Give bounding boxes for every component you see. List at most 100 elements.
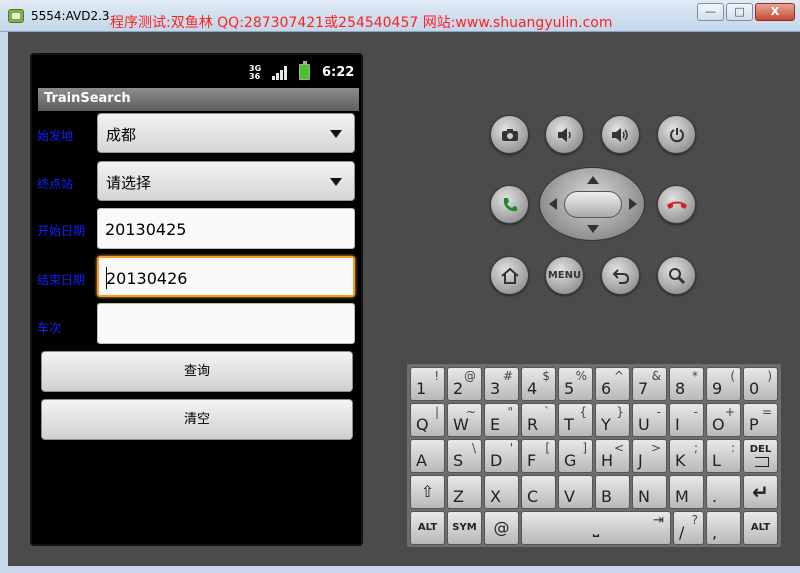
volume-down-button[interactable] [545,115,584,154]
key-d[interactable]: D ' [484,439,519,473]
home-button[interactable] [490,256,529,295]
start-date-input[interactable]: 20130425 [97,208,355,249]
camera-icon [491,116,528,155]
key-main-label: X [490,487,501,506]
key-6[interactable]: 6 ^ [595,367,630,401]
end-date-label: 结束日期 [37,273,86,287]
key-secondary-label: : [730,441,735,455]
key-2[interactable]: 2 @ [447,367,482,401]
call-button[interactable] [490,185,529,224]
search-button[interactable] [657,256,696,295]
delete-key[interactable]: DEL [743,439,778,473]
dpad-up-icon[interactable] [587,176,599,184]
slash-key[interactable]: /? [673,511,704,545]
query-button[interactable]: 查询 [41,351,353,392]
key-q[interactable]: Q | [410,403,445,437]
key-1[interactable]: 1! [410,367,445,401]
alt-right-key[interactable]: ALT [743,511,778,545]
dpad[interactable] [539,167,645,241]
key-c[interactable]: C [521,475,556,509]
key-y[interactable]: Y} [595,403,630,437]
close-button[interactable]: X [755,3,795,21]
power-button[interactable] [657,115,696,154]
key-u[interactable]: U- [632,403,667,437]
alt-right-key-label: ALT [750,522,771,533]
key-h[interactable]: H < [595,439,630,473]
key-main-label: G [564,451,577,470]
at-key[interactable]: @ [484,511,519,545]
key-secondary-label: ? [691,513,698,527]
key-4[interactable]: 4 $ [521,367,556,401]
key-main-label: D [490,451,503,470]
key-main-label: L [712,451,721,470]
key-z[interactable]: Z [447,475,482,509]
key-x[interactable]: X [484,475,519,509]
key-5[interactable]: 5% [558,367,593,401]
dpad-right-icon[interactable] [629,198,637,210]
key-period[interactable]: . [706,475,741,509]
maximize-button[interactable]: □ [726,3,753,21]
key-j[interactable]: J > [632,439,667,473]
key-k[interactable]: K; [669,439,704,473]
dpad-center-button[interactable] [564,191,622,218]
shift-key[interactable]: ⇧ [410,475,445,509]
key-3[interactable]: 3 # [484,367,519,401]
alt-left-key[interactable]: ALT [410,511,445,545]
camera-button[interactable] [490,115,529,154]
menu-button[interactable]: MENU [545,256,584,295]
start-station-spinner[interactable]: 成都 [97,113,355,153]
key-i[interactable]: I- [669,403,704,437]
key-secondary-label: \ [471,441,476,455]
dropdown-arrow-icon [330,178,342,186]
at-key-label: @ [493,518,510,537]
key-9[interactable]: 9( [706,367,741,401]
end-station-spinner[interactable]: 请选择 [97,161,355,201]
clear-button[interactable]: 清空 [41,399,353,440]
key-s[interactable]: S \ [447,439,482,473]
enter-key[interactable]: ↵ [743,475,778,509]
sym-key[interactable]: SYM [447,511,482,545]
window-frame-bottom [0,566,800,573]
key-r[interactable]: R ` [521,403,556,437]
key-main-label: N [638,487,650,506]
key-g[interactable]: G] [558,439,593,473]
space-key[interactable]: ⎵ ⇥ [521,511,671,545]
key-w[interactable]: W ~ [447,403,482,437]
key-secondary-label: | [434,405,439,419]
dpad-left-icon[interactable] [549,198,557,210]
key-secondary-label: - [656,405,661,419]
key-n[interactable]: N [632,475,667,509]
key-v[interactable]: V [558,475,593,509]
key-o[interactable]: O + [706,403,741,437]
minimize-button[interactable]: — [697,3,724,21]
end-station-value: 请选择 [106,174,152,192]
key-f[interactable]: F[ [521,439,556,473]
comma-key[interactable]: , [706,511,741,545]
key-t[interactable]: T{ [558,403,593,437]
key-m[interactable]: M [669,475,704,509]
key-e[interactable]: E " [484,403,519,437]
key-main-label: R [527,415,539,434]
key-l[interactable]: L: [706,439,741,473]
key-8[interactable]: 8 * [669,367,704,401]
key-main-label: U [638,415,650,434]
key-secondary-label: $ [542,369,550,383]
space-icon: ⎵ [592,518,600,537]
back-button[interactable] [601,256,640,295]
key-b[interactable]: B [595,475,630,509]
key-main-label: P [749,415,759,434]
battery-icon [299,61,310,80]
train-number-input[interactable] [97,303,355,344]
key-7[interactable]: 7 & [632,367,667,401]
key-a[interactable]: A [410,439,445,473]
key-main-label: M [675,487,689,506]
key-p[interactable]: P = [743,403,778,437]
end-date-input[interactable]: 20130426 [97,256,355,297]
dpad-down-icon[interactable] [587,225,599,233]
key-0[interactable]: 0) [743,367,778,401]
train-number-label: 车次 [37,321,62,335]
volume-up-button[interactable] [601,115,640,154]
key-main-label: A [416,451,427,470]
key-main-label: H [601,451,614,470]
end-call-button[interactable] [657,185,696,224]
